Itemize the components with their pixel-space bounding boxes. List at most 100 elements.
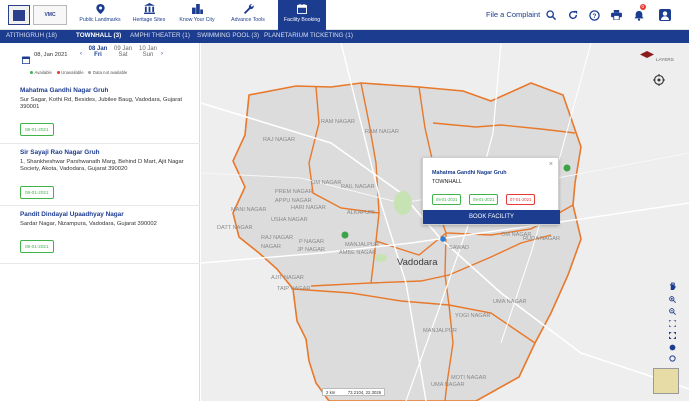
venue-card[interactable]: Mahatma Gandhi Nagar Gruh Sur Sagar, Kot… [0,83,200,144]
map-label: APPU NAGAR [275,198,312,204]
nav-facility-booking[interactable]: Facility Booking [278,0,326,30]
calendar-icon [297,3,307,14]
venue-address: 1, Shankheshwar Parshwanath Marg, Behind… [20,159,184,172]
notifications-button[interactable]: 0 [632,4,646,22]
tab-amphi-theater[interactable]: AMPHI THEATER (1) [130,32,190,39]
facility-popup: × Mahatma Gandhi Nagar Gruh TOWNHALL 08-… [422,157,560,225]
map-label: USHA NAGAR [271,217,308,223]
map-label: MANJALPUR [345,242,379,248]
search-button[interactable] [544,8,558,22]
venue-name[interactable]: Mahatma Gandhi Nagar Gruh [20,87,194,94]
fullscreen-button[interactable] [665,330,679,340]
measure-tool-button[interactable] [665,353,679,363]
user-profile-button[interactable] [658,8,672,22]
city-name-label: Vadodara [397,257,438,268]
availability-date-chip[interactable]: 08-01-2021 [20,123,54,136]
legend-available: Available [30,70,52,75]
overview-minimap[interactable] [653,368,679,394]
day-option-09[interactable]: 09 Jan Sat [112,46,134,58]
date-picker-button[interactable] [21,51,31,69]
map-label: AJIT NAGAR [271,275,304,281]
smart-city-logo[interactable]: VMC [33,5,67,25]
tab-planetarium-ticketing[interactable]: PLANETARIUM TICKETING (1) [264,32,353,39]
map-label: DATT NAGAR [217,225,253,231]
nav-know-your-city[interactable]: Know Your City [177,2,217,28]
nav-label: Advance Tools [231,17,265,23]
expand-icon [668,331,676,339]
refresh-button[interactable] [566,8,580,22]
availability-legend: Available Unavailable Data not available [30,70,127,75]
map-label: RAIL NAGAR [341,184,375,190]
next-date-arrow[interactable]: › [161,51,163,57]
venue-card[interactable]: Sir Sayaji Rao Nagar Gruh 1, Shankheshwa… [0,144,200,206]
tab-townhall[interactable]: TOWNHALL (3) [76,32,121,39]
tab-swimming-pool[interactable]: SWIMMING POOL (3) [197,32,259,39]
file-complaint-link[interactable]: File a Complaint [486,10,540,19]
zoom-out-button[interactable] [665,306,679,316]
layers-icon [640,51,654,58]
venue-card[interactable]: Pandit Dindayal Upaadhyay Nagar Sardar N… [0,206,200,264]
map-label: RAJ NAGAR [263,137,295,143]
map-label: UMA NAGAR [431,382,465,388]
venue-address: Sardar Nagar, Nizampura, Vadodara, Gujar… [20,221,157,227]
map-label: TAIP NAGAR [277,286,310,292]
nav-advance-tools[interactable]: Advance Tools [228,2,268,28]
popup-date-chip[interactable]: 07-01-2021 [506,194,536,205]
bell-icon [634,10,644,21]
nav-label: Heritage Sites [132,17,166,23]
availability-date-chip[interactable]: 08-01-2021 [20,240,54,253]
popup-date-chip[interactable]: 09-01-2021 [469,194,499,205]
map-label: RUDA NAGAR [523,236,560,242]
facility-tab-bar: ATITHIGRUH (18) TOWNHALL (3) AMPHI THEAT… [0,30,689,43]
city-emblem-logo[interactable] [8,5,30,25]
zoom-in-button[interactable] [665,294,679,304]
venue-address: Sur Sagar, Kothi Rd, Besides, Jubilee Ba… [20,97,182,110]
city-icon [191,3,203,14]
hand-icon [669,282,676,290]
map-label: MANJALPUR [423,328,457,334]
map-label: UMA NAGAR [493,299,527,305]
tab-atithigruh[interactable]: ATITHIGRUH (18) [6,32,57,39]
notification-badge: 0 [640,4,646,10]
layers-control[interactable]: LAYERS [640,51,678,65]
close-icon[interactable]: × [549,161,553,168]
selected-date-label: 08, Jan 2021 [34,52,68,58]
map-label: OM NAGAR [311,180,341,186]
venue-name[interactable]: Sir Sayaji Rao Nagar Gruh [20,149,194,156]
popup-date-chip[interactable]: 08-01-2021 [432,194,462,205]
map-label: RAM NAGAR [321,119,355,125]
locate-me-button[interactable] [653,73,665,86]
pan-tool-button[interactable] [665,281,679,291]
nav-label: Facility Booking [283,17,321,23]
print-button[interactable] [609,8,623,22]
nav-heritage-sites[interactable]: Heritage Sites [129,2,169,28]
map-label: AMBE NAGAR [339,250,376,256]
temple-icon [143,3,155,14]
full-extent-button[interactable] [665,318,679,328]
venue-list-panel: 08, Jan 2021 ‹ 08 Jan Fri 09 Jan Sat 10 … [0,43,200,401]
book-facility-button[interactable]: BOOK FACILITY [423,210,560,224]
printer-icon [610,10,622,20]
svg-text:?: ? [592,12,596,19]
availability-date-chip[interactable]: 08-01-2021 [20,186,54,199]
map-label: SAWAD [449,245,469,251]
circle-outline-icon [668,354,676,362]
scale-label: 2 km [326,390,336,395]
day-option-10[interactable]: 10 Jan Sun [137,46,159,58]
map-label: JP NAGAR [297,247,325,253]
prev-date-arrow[interactable]: ‹ [80,51,82,57]
help-button[interactable]: ? [587,8,601,22]
date-selector: 08, Jan 2021 ‹ 08 Jan Fri 09 Jan Sat 10 … [0,43,200,67]
map-label: PREM NAGAR [275,189,313,195]
legend-data-not-available: Data not available [88,70,127,75]
day-option-08[interactable]: 08 Jan Fri [87,46,109,58]
venue-name[interactable]: Pandit Dindayal Upaadhyay Nagar [20,211,194,218]
map-label: MANI NAGAR [231,207,266,213]
map-label: RAJ NAGAR [261,235,293,241]
nav-label: Public Landmarks [79,17,121,23]
day-name: Sun [142,52,154,58]
map-label: P NAGAR [299,239,324,245]
current-location-button[interactable] [665,342,679,352]
user-icon [659,9,671,21]
nav-public-landmarks[interactable]: Public Landmarks [78,2,122,28]
